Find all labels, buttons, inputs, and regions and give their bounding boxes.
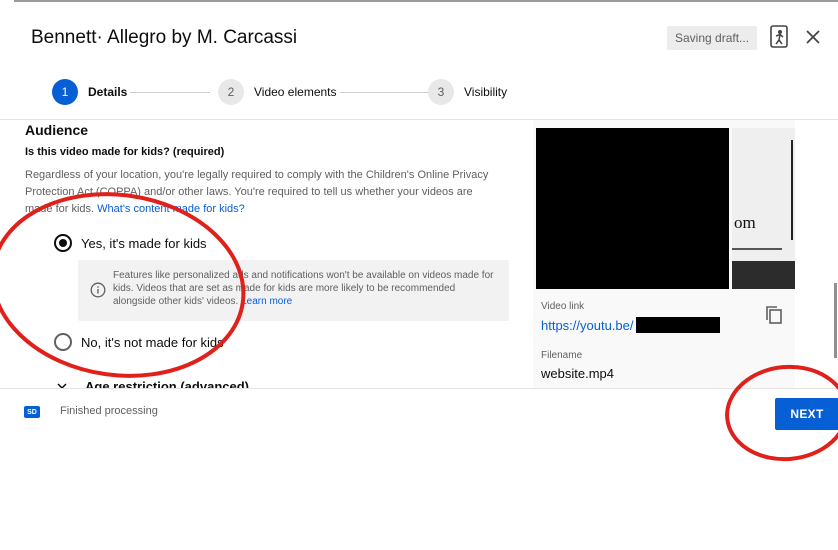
made-for-kids-yes-label: Yes, it's made for kids [81, 235, 207, 251]
step-connector [340, 92, 428, 93]
processing-status: Finished processing [60, 405, 158, 417]
step-number: 1 [52, 79, 78, 105]
not-made-for-kids-option[interactable]: No, it's not made for kids [54, 332, 224, 352]
step-number: 2 [218, 79, 244, 105]
filename-label: Filename [541, 350, 583, 361]
step-visibility[interactable]: 3 Visibility [428, 79, 507, 105]
coppa-description: Regardless of your location, you're lega… [25, 167, 503, 218]
step-connector [130, 92, 210, 93]
frame-text: om [734, 213, 756, 232]
info-text: Features like personalized ads and notif… [113, 269, 498, 308]
audience-heading: Audience [25, 122, 89, 138]
scrollbar-thumb[interactable] [834, 283, 837, 358]
info-icon [90, 282, 106, 298]
details-scroll-area[interactable]: Audience Is this video made for kids? (r… [0, 120, 520, 388]
coppa-description-text: Regardless of your location, you're lega… [25, 169, 489, 215]
title-prefix: Bennett [31, 27, 97, 48]
step-label: Video elements [254, 85, 337, 99]
step-details[interactable]: 1 Details [52, 79, 127, 105]
page-title: Bennett · Allegro by M. Carcassi [31, 26, 297, 50]
step-video-elements[interactable]: 2 Video elements [218, 79, 337, 105]
age-restriction-toggle[interactable]: Age restriction (advanced) [56, 376, 249, 388]
video-preview-card: om Video link https://youtu.be/ Filename… [533, 120, 795, 388]
redacted-block [635, 317, 720, 333]
upload-stepper: 1 Details 2 Video elements 3 Visibility [52, 79, 507, 105]
made-for-kids-question: Is this video made for kids? (required) [25, 146, 225, 158]
close-icon[interactable] [801, 25, 825, 49]
video-frame-edge: om [732, 128, 795, 289]
info-text-body: Features like personalized ads and notif… [113, 270, 494, 307]
learn-more-link[interactable]: Learn more [241, 296, 292, 307]
footer-divider [0, 388, 838, 389]
feedback-icon[interactable] [768, 25, 790, 49]
radio-unchecked-icon[interactable] [54, 333, 72, 351]
content-made-for-kids-link[interactable]: What's content made for kids? [97, 203, 245, 215]
video-player[interactable] [536, 128, 729, 289]
next-button[interactable]: NEXT [775, 398, 838, 430]
not-made-for-kids-label: No, it's not made for kids [81, 334, 224, 350]
step-label: Visibility [464, 85, 508, 99]
sd-badge-icon: SD [24, 406, 40, 418]
made-for-kids-info-box: Features like personalized ads and notif… [78, 260, 509, 321]
radio-checked-icon[interactable] [54, 234, 72, 252]
frame-line [791, 140, 793, 240]
video-link-label: Video link [541, 301, 585, 312]
video-link-url[interactable]: https://youtu.be/ [541, 318, 634, 333]
title-suffix: · Allegro by M. Carcassi [96, 27, 298, 48]
player-controls-bar [732, 261, 795, 289]
filename-value: website.mp4 [541, 366, 614, 381]
chevron-down-icon [57, 383, 67, 388]
step-label: Details [88, 85, 128, 99]
window-top-edge [14, 0, 838, 2]
copy-icon[interactable] [765, 305, 783, 325]
saving-status-badge: Saving draft... [667, 26, 758, 50]
frame-rule [732, 248, 782, 250]
step-number: 3 [428, 79, 454, 105]
age-restriction-label: Age restriction (advanced) [85, 378, 249, 389]
made-for-kids-yes-option[interactable]: Yes, it's made for kids [54, 233, 207, 253]
video-link[interactable]: https://youtu.be/ [541, 317, 720, 333]
